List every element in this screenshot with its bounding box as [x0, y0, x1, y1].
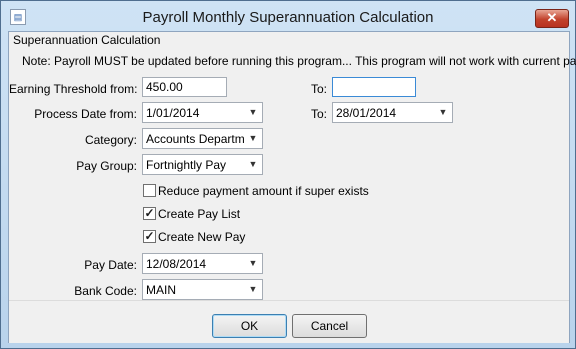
- earning-threshold-to-label: To:: [311, 82, 328, 96]
- process-date-from-picker[interactable]: 1/01/2014 ▼: [142, 102, 263, 123]
- process-date-from-value: 1/01/2014: [146, 106, 200, 120]
- earning-threshold-to-input[interactable]: [332, 77, 416, 97]
- chevron-down-icon[interactable]: ▼: [244, 280, 262, 299]
- ok-button[interactable]: OK: [212, 314, 287, 338]
- pay-group-value: Fortnightly Pay: [146, 158, 227, 172]
- note-text: Note: Payroll MUST be updated before run…: [22, 54, 576, 68]
- group-label: Superannuation Calculation: [13, 33, 161, 47]
- button-bar: OK Cancel: [9, 300, 569, 343]
- dialog-body: Superannuation Calculation Note: Payroll…: [8, 31, 576, 343]
- earning-threshold-from-label: Earning Threshold from:: [9, 82, 138, 96]
- earning-threshold-from-input[interactable]: 450.00: [142, 77, 227, 97]
- category-value: Accounts Departmen: [146, 132, 259, 146]
- checkmark-icon: ✓: [144, 206, 155, 220]
- title-bar[interactable]: ▤ Payroll Monthly Superannuation Calcula…: [1, 1, 575, 31]
- cancel-button[interactable]: Cancel: [292, 314, 367, 338]
- reduce-payment-option[interactable]: Reduce payment amount if super exists: [142, 183, 442, 199]
- bank-code-label: Bank Code:: [74, 284, 137, 298]
- close-icon: ✕: [546, 10, 558, 25]
- pay-date-label: Pay Date:: [84, 258, 137, 272]
- create-pay-list-label: Create Pay List: [158, 207, 241, 221]
- close-button[interactable]: ✕: [535, 9, 569, 28]
- process-date-to-value: 28/01/2014: [336, 106, 397, 120]
- process-date-from-label: Process Date from:: [34, 107, 137, 121]
- chevron-down-icon[interactable]: ▼: [434, 103, 452, 122]
- reduce-payment-label: Reduce payment amount if super exists: [158, 184, 369, 198]
- chevron-down-icon[interactable]: ▼: [244, 155, 262, 174]
- bank-code-select[interactable]: MAIN ▼: [142, 279, 263, 300]
- chevron-down-icon[interactable]: ▼: [244, 103, 262, 122]
- chevron-down-icon[interactable]: ▼: [244, 254, 262, 273]
- process-date-to-picker[interactable]: 28/01/2014 ▼: [332, 102, 453, 123]
- category-label: Category:: [84, 133, 137, 147]
- pay-date-value: 12/08/2014: [146, 257, 207, 271]
- create-pay-list-option[interactable]: ✓ Create Pay List: [142, 206, 442, 222]
- category-select[interactable]: Accounts Departmen ▼: [142, 128, 263, 149]
- window-title: Payroll Monthly Superannuation Calculati…: [142, 9, 434, 26]
- reduce-payment-checkbox[interactable]: [143, 184, 156, 197]
- create-new-pay-option[interactable]: ✓ Create New Pay: [142, 229, 442, 245]
- process-date-to-label: To:: [311, 107, 328, 121]
- pay-group-select[interactable]: Fortnightly Pay ▼: [142, 154, 263, 175]
- checkmark-icon: ✓: [144, 229, 155, 243]
- pay-date-picker[interactable]: 12/08/2014 ▼: [142, 253, 263, 274]
- create-new-pay-label: Create New Pay: [158, 230, 246, 244]
- chevron-down-icon[interactable]: ▼: [244, 129, 262, 148]
- create-pay-list-checkbox[interactable]: ✓: [143, 207, 156, 220]
- bank-code-value: MAIN: [146, 283, 176, 297]
- dialog-window: ▤ Payroll Monthly Superannuation Calcula…: [0, 0, 576, 349]
- pay-group-label: Pay Group:: [76, 159, 137, 173]
- create-new-pay-checkbox[interactable]: ✓: [143, 230, 156, 243]
